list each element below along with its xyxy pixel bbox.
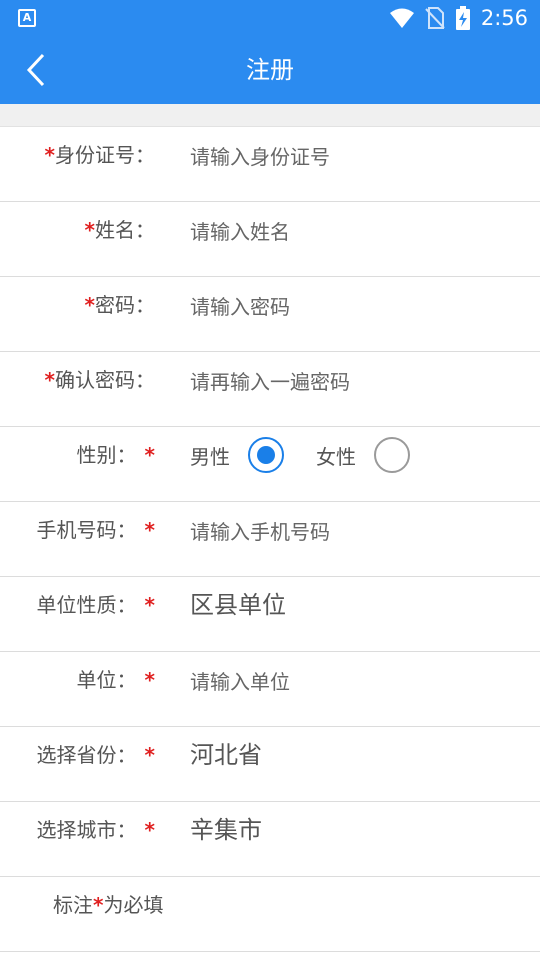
required-star: *: [144, 443, 155, 467]
status-bar: A 2:56: [0, 0, 540, 36]
gender-male-radio[interactable]: [248, 437, 284, 473]
city-row: 选择城市： * 辛集市: [0, 802, 540, 877]
unit-row: 单位： *: [0, 652, 540, 727]
status-icons: 2:56: [389, 0, 528, 36]
phone-label: 手机号码： *: [36, 518, 155, 542]
no-sim-icon: [425, 7, 445, 29]
wifi-icon: [389, 8, 414, 28]
province-select[interactable]: 河北省: [190, 727, 262, 783]
city-label: 选择城市： *: [36, 818, 155, 842]
required-star: *: [84, 293, 95, 317]
unit-type-label: 单位性质： *: [36, 593, 155, 617]
unit-type-select[interactable]: 区县单位: [190, 577, 286, 633]
required-star: *: [144, 818, 155, 842]
unit-label: 单位： *: [76, 668, 155, 692]
name-input[interactable]: [190, 216, 520, 248]
unit-type-row: 单位性质： * 区县单位: [0, 577, 540, 652]
clock: 2:56: [480, 6, 528, 30]
battery-charging-icon: [455, 6, 470, 30]
required-star: *: [144, 743, 155, 767]
confirm-password-label: *确认密码：: [44, 368, 155, 392]
gender-male-label: 男性: [190, 444, 230, 469]
id-card-input[interactable]: [190, 141, 520, 173]
register-form: *身份证号： *姓名： *密码： *确认密码： 性别：* 男性 女性 手机号码：…: [0, 127, 540, 952]
gender-female-radio[interactable]: [374, 437, 410, 473]
password-row: *密码：: [0, 277, 540, 352]
required-note: 标注*为必填: [53, 893, 164, 917]
id-card-label: *身份证号：: [44, 143, 155, 167]
section-gap: [0, 104, 540, 127]
unit-input[interactable]: [190, 666, 520, 698]
gender-label: 性别： *: [76, 443, 155, 467]
password-input[interactable]: [190, 291, 520, 323]
required-note-row: 标注*为必填: [0, 877, 540, 952]
required-star: *: [144, 593, 155, 617]
required-star: *: [93, 893, 104, 917]
page-title: 注册: [246, 56, 294, 84]
phone-input[interactable]: [190, 516, 520, 548]
province-label: 选择省份： *: [36, 743, 155, 767]
password-label: *密码：: [84, 293, 155, 317]
app-notification-icon: A: [18, 9, 36, 27]
name-row: *姓名：: [0, 202, 540, 277]
province-row: 选择省份： * 河北省: [0, 727, 540, 802]
confirm-password-input[interactable]: [190, 366, 520, 398]
required-star: *: [84, 218, 95, 242]
required-star: *: [44, 368, 55, 392]
confirm-password-row: *确认密码：: [0, 352, 540, 427]
required-star: *: [144, 668, 155, 692]
gender-female-label: 女性: [316, 444, 356, 469]
gender-radio-group: 男性 女性: [190, 427, 410, 483]
required-star: *: [44, 143, 55, 167]
app-header: 注册: [0, 36, 540, 104]
gender-row: 性别： * 男性 女性: [0, 427, 540, 502]
name-label: *姓名：: [84, 218, 155, 242]
city-select[interactable]: 辛集市: [190, 802, 262, 858]
id-card-row: *身份证号：: [0, 127, 540, 202]
phone-row: 手机号码： *: [0, 502, 540, 577]
required-star: *: [144, 518, 155, 542]
